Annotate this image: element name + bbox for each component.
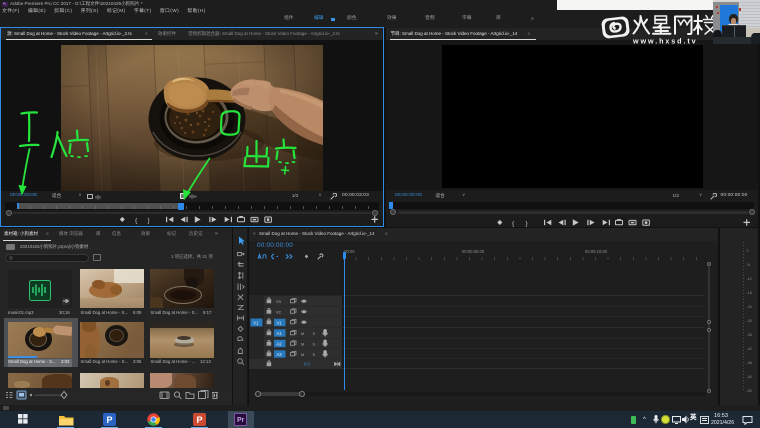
svg-text:V2: V2 (276, 309, 282, 314)
svg-text:M: M (301, 332, 304, 336)
svg-text:A1: A1 (277, 331, 283, 336)
svg-text:{: { (512, 220, 515, 227)
svg-text:www.hxsd.tv: www.hxsd.tv (632, 37, 698, 46)
svg-text:V3: V3 (276, 299, 282, 304)
svg-text:}: } (525, 220, 528, 227)
svg-text:M: M (301, 342, 304, 346)
svg-text:M: M (301, 353, 304, 357)
svg-text:0.0: 0.0 (304, 361, 310, 366)
svg-text:A3: A3 (277, 352, 283, 357)
svg-text:A2: A2 (277, 341, 283, 346)
svg-text:V1: V1 (253, 320, 259, 325)
svg-text:}: } (148, 217, 151, 224)
svg-text:V1: V1 (277, 320, 283, 325)
svg-text:{: { (135, 217, 138, 224)
